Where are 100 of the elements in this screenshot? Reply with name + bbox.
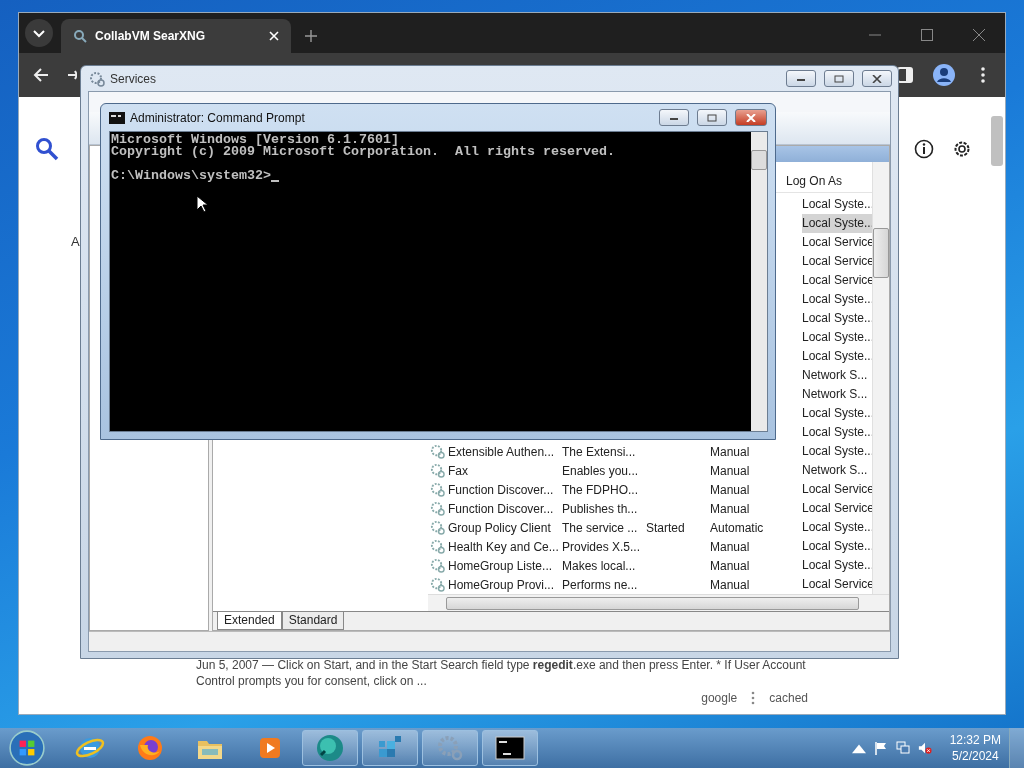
service-name: Health Key and Ce... bbox=[448, 539, 559, 554]
plus-icon[interactable] bbox=[305, 30, 317, 42]
close-icon bbox=[872, 74, 882, 83]
log-on-as[interactable]: Local Syste... bbox=[802, 442, 872, 461]
startup-type: Manual bbox=[710, 444, 750, 459]
speaker-muted-icon[interactable] bbox=[917, 741, 932, 755]
console-icon bbox=[495, 733, 525, 763]
service-name: Function Discover... bbox=[448, 501, 554, 516]
startup-type: Manual bbox=[710, 501, 750, 516]
log-on-as[interactable]: Local Service bbox=[802, 252, 872, 271]
restore-icon bbox=[834, 74, 844, 83]
log-on-as[interactable]: Local Service bbox=[802, 233, 872, 252]
network-icon[interactable] bbox=[895, 741, 910, 755]
service-description: The FDPHO... bbox=[562, 482, 638, 497]
gear-icon bbox=[430, 520, 445, 535]
console-line: Microsoft Windows [Version 6.1.7601] bbox=[111, 134, 399, 146]
service-status: Started bbox=[646, 520, 685, 535]
log-on-as[interactable]: Local Service bbox=[802, 575, 872, 594]
gear-icon bbox=[430, 501, 445, 516]
service-name: HomeGroup Provi... bbox=[448, 577, 555, 592]
service-name: Extensible Authen... bbox=[448, 444, 555, 459]
startup-type: Manual bbox=[710, 482, 750, 497]
column-header[interactable]: Log On As bbox=[779, 174, 858, 188]
log-on-as[interactable]: Local Syste... bbox=[802, 214, 872, 233]
gear-icon bbox=[430, 558, 445, 573]
log-on-as[interactable]: Local Syste... bbox=[802, 347, 872, 366]
gear-icon bbox=[430, 482, 445, 497]
window-title: Administrator: Command Prompt bbox=[130, 110, 305, 125]
scrollbar[interactable] bbox=[428, 594, 889, 611]
result-link[interactable]: google bbox=[701, 691, 738, 705]
settings-icon[interactable] bbox=[952, 139, 972, 159]
log-on-as[interactable]: Local Service bbox=[802, 480, 872, 499]
log-on-as[interactable]: Local Service bbox=[802, 271, 872, 290]
gear-icon bbox=[430, 577, 445, 592]
start-button[interactable] bbox=[8, 729, 46, 767]
log-on-as[interactable]: Network S... bbox=[802, 366, 872, 385]
clock-date[interactable]: 5/2/2024 bbox=[951, 748, 999, 764]
service-description: Makes local... bbox=[562, 558, 636, 573]
browser-tab[interactable]: CollabVM SearXNG bbox=[61, 19, 291, 53]
minimize-button[interactable] bbox=[786, 70, 816, 87]
service-description: Publishes th... bbox=[562, 501, 638, 516]
service-description: The service ... bbox=[562, 520, 638, 535]
log-on-as[interactable]: Local Syste... bbox=[802, 404, 872, 423]
search-icon[interactable] bbox=[35, 137, 59, 161]
log-on-as[interactable]: Local Syste... bbox=[802, 328, 872, 347]
close-button[interactable] bbox=[735, 109, 767, 126]
service-name: Function Discover... bbox=[448, 482, 554, 497]
mouse-pointer-icon bbox=[196, 195, 208, 213]
window-title: Services bbox=[110, 71, 156, 86]
log-on-as[interactable]: Local Service bbox=[802, 499, 872, 518]
log-on-as[interactable]: Local Syste... bbox=[802, 556, 872, 575]
console-icon bbox=[109, 111, 125, 124]
scrollbar[interactable] bbox=[872, 162, 889, 594]
restore-icon bbox=[707, 113, 717, 122]
log-on-as[interactable]: Network S... bbox=[802, 385, 872, 404]
service-description: Performs ne... bbox=[562, 577, 638, 592]
fox-globe-icon bbox=[135, 733, 165, 763]
service-name: Fax bbox=[448, 463, 468, 478]
close-icon bbox=[746, 113, 756, 122]
more-icon[interactable] bbox=[751, 691, 756, 705]
scrollbar[interactable] bbox=[751, 132, 767, 431]
startup-type: Manual bbox=[710, 463, 750, 478]
log-on-as[interactable]: Local Syste... bbox=[802, 537, 872, 556]
log-on-as[interactable]: Local Syste... bbox=[802, 309, 872, 328]
side-panel-icon[interactable] bbox=[897, 67, 913, 83]
log-on-as[interactable]: Local Syste... bbox=[802, 290, 872, 309]
log-on-as[interactable]: Local Syste... bbox=[802, 195, 872, 214]
minimize-button[interactable] bbox=[659, 109, 689, 126]
log-on-as[interactable]: Local Syste... bbox=[802, 518, 872, 537]
service-description: Provides X.5... bbox=[562, 539, 641, 554]
startup-type: Manual bbox=[710, 577, 750, 592]
restore-button[interactable] bbox=[697, 109, 727, 126]
chevron-icon[interactable] bbox=[25, 19, 53, 47]
gear-icon bbox=[430, 463, 445, 478]
close-icon[interactable] bbox=[973, 29, 985, 41]
result-link[interactable]: cached bbox=[769, 691, 808, 705]
flag-icon[interactable] bbox=[873, 741, 888, 755]
close-button[interactable] bbox=[862, 70, 892, 87]
service-description: The Extensi... bbox=[562, 444, 636, 459]
log-on-as[interactable]: Network S... bbox=[802, 461, 872, 480]
magnifier-icon bbox=[73, 29, 87, 43]
console-line: Copyright (c) 2009 Microsoft Corporation. All rights reserved. bbox=[111, 146, 616, 158]
view-tab[interactable]: Extended bbox=[217, 612, 282, 630]
taskbar-button[interactable] bbox=[482, 730, 538, 766]
profile-icon[interactable] bbox=[933, 64, 955, 86]
service-name: Group Policy Client bbox=[448, 520, 551, 535]
restore-button[interactable] bbox=[824, 70, 854, 87]
gear-icon bbox=[435, 733, 465, 763]
log-on-as[interactable]: Local Syste... bbox=[802, 423, 872, 442]
disc-icon bbox=[315, 733, 345, 763]
console-prompt: C:\Windows\system32> bbox=[111, 170, 271, 182]
info-icon[interactable] bbox=[914, 139, 934, 159]
view-tab[interactable]: Standard bbox=[281, 612, 345, 630]
back-icon[interactable] bbox=[33, 67, 49, 83]
service-name: HomeGroup Liste... bbox=[448, 558, 553, 573]
result-text: A bbox=[71, 234, 80, 249]
service-description: Enables you... bbox=[562, 463, 639, 478]
text-cursor bbox=[270, 180, 279, 182]
gear-icon bbox=[89, 70, 105, 87]
maximize-icon[interactable] bbox=[921, 29, 933, 41]
